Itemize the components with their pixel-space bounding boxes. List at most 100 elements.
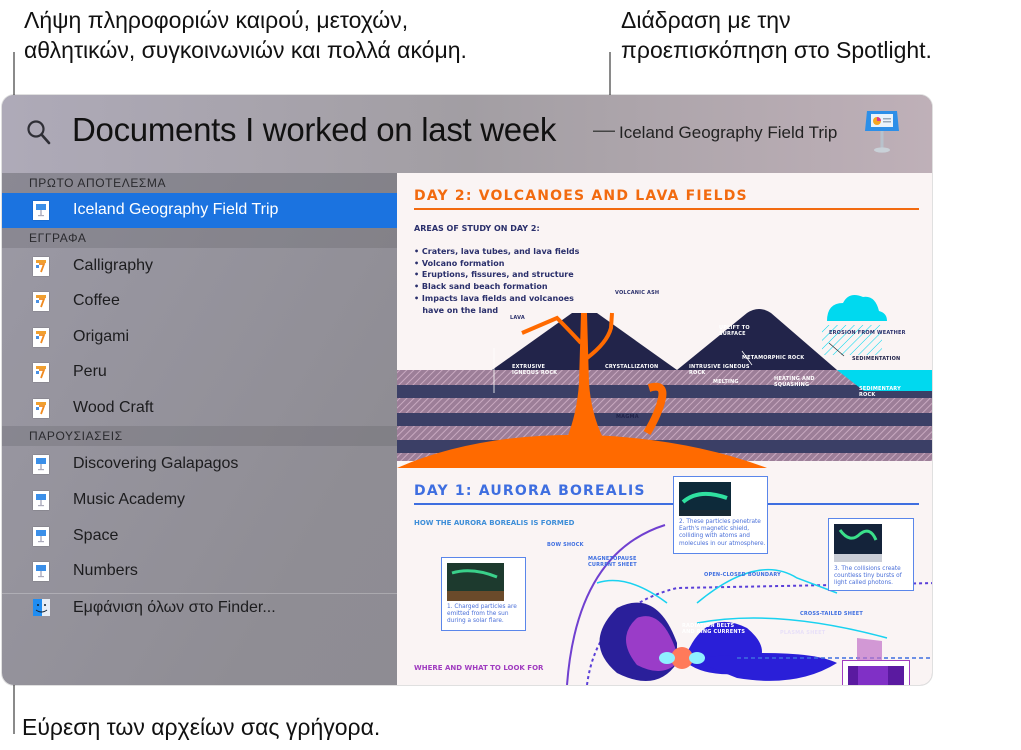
show-all-in-finder[interactable]: Εμφάνιση όλων στο Finder... (2, 591, 397, 626)
day1-footer: WHERE AND WHAT TO LOOK FOR (414, 664, 544, 672)
result-label: Wood Craft (73, 399, 154, 416)
caption-line: 2. These particles penetrate (679, 519, 761, 525)
title-rule (414, 208, 919, 210)
document-preview[interactable]: DAY 2: VOLCANOES AND LAVA FIELDS AREAS O… (397, 173, 932, 685)
callout-widgets: Λήψη πληροφοριών καιρού, μετοχών, αθλητι… (24, 5, 467, 65)
caption-line: molecules in our atmosphere. (679, 540, 766, 547)
label-line: ROCK (689, 370, 706, 376)
bullet: • Volcano formation (414, 258, 505, 268)
preview-title: Iceland Geography Field Trip (619, 123, 838, 142)
callout-line-1: Λήψη πληροφοριών καιρού, μετοχών, (24, 7, 409, 33)
label-line: IGNEOUS ROCK (512, 370, 558, 376)
keynote-file-icon (33, 527, 49, 546)
result-label: Numbers (73, 562, 138, 579)
label-erosion: EROSION FROM WEATHER (829, 330, 906, 336)
day2-subtitle: AREAS OF STUDY ON DAY 2: (414, 224, 540, 233)
result-item[interactable]: Wood Craft (2, 391, 397, 426)
day2-title: DAY 2: VOLCANOES AND LAVA FIELDS (414, 188, 748, 204)
label-lava: LAVA (510, 315, 525, 321)
caption-line: light called photons. (834, 580, 893, 587)
result-item[interactable]: Discovering Galapagos (2, 447, 397, 482)
keynote-file-icon (33, 455, 49, 474)
result-label: Discovering Galapagos (73, 455, 239, 472)
caption-line: Earth's magnetic shield, (679, 526, 750, 533)
label-sedimentation: SEDIMENTATION (852, 356, 901, 362)
callout-find-files: Εύρεση των αρχείων σας γρήγορα. (22, 714, 381, 740)
label-magnetopause: MAGNETOPAUSE CURRENT SHEET (588, 556, 637, 568)
caption-line: 1. Charged particles are (447, 604, 517, 610)
aurora-photo (447, 563, 504, 601)
label-heating: HEATING AND SQUASHING (774, 376, 815, 388)
result-item[interactable]: Space (2, 519, 397, 554)
result-item[interactable]: Peru (2, 355, 397, 390)
label-sedimentary: SEDIMENTARY ROCK (859, 386, 901, 398)
keynote-file-icon (33, 201, 49, 220)
label-line: SURFACE (719, 331, 746, 337)
label-volcanic-ash: VOLCANIC ASH (615, 290, 660, 296)
label-metamorphic: METAMORPHIC ROCK (742, 355, 805, 361)
card-caption: 3. The collisions create countless tiny … (834, 566, 902, 588)
search-input[interactable]: Documents I worked on last week (72, 111, 556, 149)
bullet: • Craters, lava tubes, and lava fields (414, 247, 580, 256)
label-cross-tailed: CROSS-TAILED SHEET (800, 611, 863, 617)
day1-title: DAY 1: AURORA BOREALIS (414, 483, 646, 499)
spotlight-window: Documents I worked on last week — Icelan… (2, 95, 932, 685)
result-item[interactable]: Music Academy (2, 483, 397, 518)
caption-line: during a solar flare. (447, 618, 504, 625)
section-header-presentations: ΠΑΡΟΥΣΙΑΣΕΙΣ (2, 426, 397, 446)
callout-preview: Διάδραση με την προεπισκόπηση στο Spotli… (621, 5, 932, 65)
result-item[interactable]: Coffee (2, 284, 397, 319)
caption-line: countless tiny bursts of (834, 573, 902, 580)
pages-file-icon (33, 292, 49, 311)
pages-file-icon (33, 328, 49, 347)
pages-file-icon (33, 399, 49, 418)
aurora-card-3: 3. The collisions create countless tiny … (828, 518, 914, 591)
show-all-label: Εμφάνιση όλων στο Finder... (73, 599, 276, 616)
label-line: CURRENT SHEET (588, 562, 637, 568)
callout-line-2: προεπισκόπηση στο Spotlight. (621, 37, 932, 63)
caption-line: colliding with atoms and (679, 533, 750, 540)
aurora-card-1: 1. Charged particles are emitted from th… (441, 557, 526, 631)
result-item[interactable]: Iceland Geography Field Trip (2, 193, 397, 228)
caption-line: emitted from the sun (447, 611, 509, 618)
label-radiation: RADIATION BELTS AND RING CURRENTS (682, 623, 745, 635)
section-header-top-hit: ΠΡΩΤΟ ΑΠΟΤΕΛΕΣΜΑ (2, 173, 397, 193)
label-extrusive: EXTRUSIVE IGNEOUS ROCK (512, 364, 557, 376)
search-bar[interactable]: Documents I worked on last week — Icelan… (2, 95, 932, 173)
pages-file-icon (33, 257, 49, 276)
result-label: Iceland Geography Field Trip (73, 201, 279, 218)
result-label: Peru (73, 363, 107, 380)
caption-line: 3. The collisions create (834, 566, 901, 572)
keynote-icon (865, 111, 899, 153)
label-bow-shock: BOW SHOCK (547, 542, 584, 548)
result-label: Calligraphy (73, 257, 154, 274)
aurora-photo (679, 482, 731, 516)
card-caption: 1. Charged particles are emitted from th… (447, 604, 517, 626)
title-separator: — (593, 117, 615, 142)
volcano-diagram (397, 295, 932, 468)
label-intrusive: INTRUSIVE IGNEOUS ROCK (689, 364, 750, 376)
label-line: ROCK (859, 392, 876, 398)
card-caption: 2. These particles penetrate Earth's mag… (679, 519, 765, 548)
result-item[interactable]: Origami (2, 320, 397, 355)
result-item[interactable]: Calligraphy (2, 249, 397, 284)
label-line: AND RING CURRENTS (682, 629, 746, 635)
label-uplift: UPLIFT TO SURFACE (719, 325, 750, 337)
label-line: SQUASHING (774, 382, 810, 388)
aurora-photo (834, 524, 882, 562)
result-label: Origami (73, 328, 130, 345)
result-item[interactable]: Numbers (2, 554, 397, 589)
section-header-documents: ΕΓΓΡΑΦΑ (2, 228, 397, 248)
results-list: ΠΡΩΤΟ ΑΠΟΤΕΛΕΣΜΑ Iceland Geography Field… (2, 173, 397, 685)
result-label: Space (73, 527, 119, 544)
result-label: Music Academy (73, 491, 186, 508)
title-rule (414, 503, 919, 505)
callout-line-2: αθλητικών, συγκοινωνιών και πολλά ακόμη. (24, 37, 467, 63)
label-open-closed: OPEN-CLOSED BOUNDARY (704, 572, 781, 578)
label-magma: MAGMA (616, 414, 639, 420)
callout-line-1: Διάδραση με την (621, 7, 791, 33)
aurora-photo (848, 666, 904, 685)
aurora-card-4 (842, 660, 910, 685)
finder-icon (33, 599, 50, 618)
label-melting: MELTING (713, 379, 739, 385)
